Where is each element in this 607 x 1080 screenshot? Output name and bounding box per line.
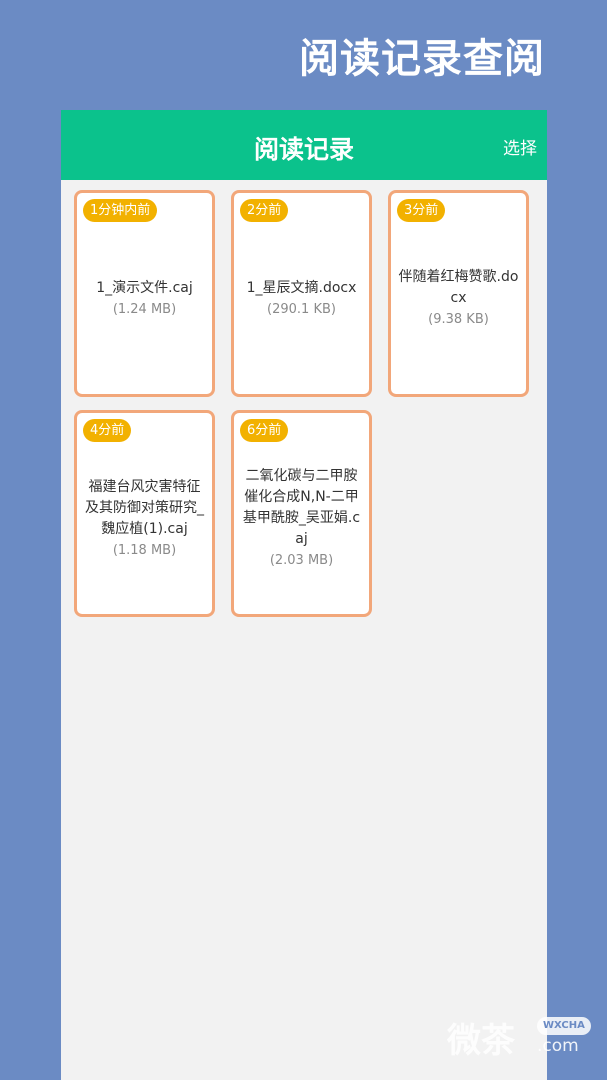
file-name: 二氧化碳与二甲胺催化合成N,N-二甲基甲酰胺_吴亚娟.caj — [242, 468, 361, 547]
phone-screen: 阅读记录 选择 1分钟内前 1_演示文件.caj (1.24 MB) 2分前 1… — [61, 110, 547, 1080]
select-button[interactable]: 选择 — [503, 134, 537, 159]
page-title: 阅读记录 — [253, 135, 354, 164]
file-size: (9.38 KB) — [428, 312, 489, 327]
watermark-tag: WXCHA — [537, 1017, 591, 1035]
file-size: (1.18 MB) — [112, 542, 177, 558]
file-name: 1_星辰文摘.docx — [246, 279, 357, 296]
file-size: (290.1 KB) — [267, 301, 336, 317]
watermark-logo: 微茶 — [447, 1021, 515, 1061]
file-name: 伴随着红梅赞歌.docx — [398, 269, 519, 306]
record-card[interactable]: 3分前 伴随着红梅赞歌.docx (9.38 KB) — [388, 190, 529, 397]
file-name: 1_演示文件.caj — [96, 279, 193, 296]
file-size: (1.24 MB) — [112, 301, 177, 317]
watermark-domain: .com — [537, 1036, 579, 1056]
record-card[interactable]: 2分前 1_星辰文摘.docx (290.1 KB) — [231, 190, 372, 397]
promo-title: 阅读记录查阅 — [299, 36, 545, 82]
record-card[interactable]: 1分钟内前 1_演示文件.caj (1.24 MB) — [74, 190, 215, 397]
file-size: (2.03 MB) — [269, 553, 334, 568]
top-bar: 阅读记录 选择 — [61, 110, 547, 180]
file-name: 福建台风灾害特征及其防御对策研究_魏应植(1).caj — [85, 478, 204, 537]
record-card[interactable]: 6分前 二氧化碳与二甲胺催化合成N,N-二甲基甲酰胺_吴亚娟.caj (2.03… — [231, 410, 372, 617]
record-card[interactable]: 4分前 福建台风灾害特征及其防御对策研究_魏应植(1).caj (1.18 MB… — [74, 410, 215, 617]
